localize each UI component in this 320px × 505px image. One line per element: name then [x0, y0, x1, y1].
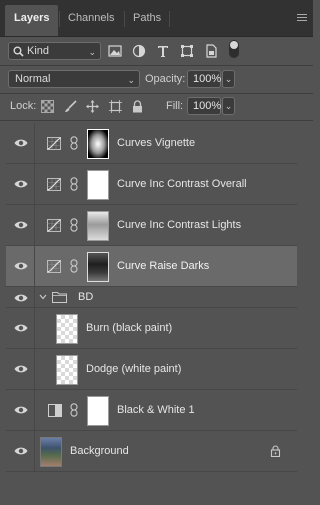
lock-label: Lock:	[10, 100, 37, 112]
panel-footer	[0, 483, 313, 505]
adjustment-filter-icon[interactable]	[132, 44, 146, 58]
lock-position-icon[interactable]	[86, 100, 99, 113]
layer-row-dodge[interactable]: Dodge (white paint)	[6, 349, 297, 390]
fill-input[interactable]: 100%	[187, 97, 221, 115]
search-icon	[13, 46, 24, 57]
pixel-filter-icon[interactable]	[108, 44, 122, 58]
layer-name[interactable]: Curve Inc Contrast Lights	[117, 219, 241, 231]
fill-slider-button[interactable]: ⌄	[222, 97, 235, 115]
visibility-column-divider	[34, 431, 35, 472]
layer-row-background[interactable]: Background	[6, 431, 297, 472]
layers-list: Curves Vignette Curve Inc Contrast Overa…	[6, 123, 297, 483]
layer-row-curve-inc-contrast-lights[interactable]: Curve Inc Contrast Lights	[6, 205, 297, 246]
mask-link-icon[interactable]	[70, 136, 78, 150]
visibility-eye-icon[interactable]	[14, 364, 28, 374]
visibility-eye-icon[interactable]	[14, 220, 28, 230]
layer-name[interactable]: Background	[70, 445, 129, 457]
layer-mask-thumbnail[interactable]	[87, 211, 109, 241]
panel-tab-bar: Layers Channels Paths	[0, 0, 313, 37]
visibility-column-divider	[34, 205, 35, 246]
panel-menu-icon[interactable]	[297, 14, 307, 22]
divider	[0, 120, 313, 121]
visibility-eye-icon[interactable]	[14, 293, 28, 303]
layer-name[interactable]: Curve Raise Darks	[117, 260, 209, 272]
chevron-down-icon: ⌄	[127, 75, 135, 85]
fill-label: Fill:	[166, 100, 184, 112]
layer-thumbnail[interactable]	[56, 355, 78, 385]
layer-mask-thumbnail[interactable]	[87, 396, 109, 426]
black-white-adjustment-icon[interactable]	[48, 404, 62, 417]
divider	[0, 65, 313, 66]
layer-name[interactable]: Curves Vignette	[117, 137, 195, 149]
layer-name[interactable]: Black & White 1	[117, 404, 195, 416]
layer-row-curve-inc-contrast-overall[interactable]: Curve Inc Contrast Overall	[6, 164, 297, 205]
tab-channels[interactable]: Channels	[59, 5, 123, 36]
folder-icon	[52, 292, 67, 303]
layer-mask-thumbnail[interactable]	[87, 129, 109, 159]
type-filter-icon[interactable]	[156, 44, 170, 58]
tab-layers[interactable]: Layers	[5, 5, 59, 36]
visibility-column-divider	[34, 246, 35, 287]
visibility-eye-icon[interactable]	[14, 261, 28, 271]
opacity-input[interactable]: 100%	[187, 70, 221, 88]
tab-separator	[169, 11, 170, 27]
layer-name[interactable]: Curve Inc Contrast Overall	[117, 178, 247, 190]
filter-kind-select[interactable]: Kind ⌄	[8, 42, 101, 60]
layer-row-curve-raise-darks[interactable]: Curve Raise Darks	[6, 246, 297, 287]
layer-name[interactable]: Dodge (white paint)	[86, 363, 181, 375]
layer-mask-thumbnail[interactable]	[87, 170, 109, 200]
layer-thumbnail[interactable]	[40, 437, 62, 467]
curves-adjustment-icon[interactable]	[47, 260, 61, 273]
lock-icon[interactable]	[270, 445, 281, 457]
visibility-column-divider	[34, 287, 35, 308]
lock-all-icon[interactable]	[131, 100, 144, 113]
curves-adjustment-icon[interactable]	[47, 137, 61, 150]
tab-paths[interactable]: Paths	[124, 5, 170, 36]
filter-kind-label: Kind	[27, 45, 50, 57]
group-name[interactable]: BD	[78, 291, 93, 303]
lock-transparency-icon[interactable]	[41, 100, 54, 113]
opacity-label: Opacity:	[145, 73, 186, 85]
mask-link-icon[interactable]	[70, 177, 78, 191]
layer-mask-thumbnail[interactable]	[87, 252, 109, 282]
visibility-column-divider	[34, 349, 35, 390]
opacity-slider-button[interactable]: ⌄	[222, 70, 235, 88]
chevron-down-icon: ⌄	[88, 47, 96, 57]
group-expand-chevron-icon[interactable]	[39, 294, 47, 300]
blend-mode-select[interactable]: Normal ⌄	[8, 70, 140, 88]
mask-link-icon[interactable]	[70, 259, 78, 273]
layers-scroll-area[interactable]	[297, 123, 313, 483]
shape-filter-icon[interactable]	[180, 44, 194, 58]
visibility-eye-icon[interactable]	[14, 405, 28, 415]
layer-thumbnail[interactable]	[56, 314, 78, 344]
visibility-eye-icon[interactable]	[14, 179, 28, 189]
lock-image-pixels-icon[interactable]	[64, 100, 77, 113]
visibility-column-divider	[34, 390, 35, 431]
visibility-eye-icon[interactable]	[14, 138, 28, 148]
mask-link-icon[interactable]	[70, 403, 78, 417]
curves-adjustment-icon[interactable]	[47, 219, 61, 232]
curves-adjustment-icon[interactable]	[47, 178, 61, 191]
visibility-column-divider	[34, 308, 35, 349]
layer-name[interactable]: Burn (black paint)	[86, 322, 172, 334]
filter-toggle[interactable]	[229, 40, 239, 58]
smart-object-filter-icon[interactable]	[204, 44, 218, 58]
visibility-eye-icon[interactable]	[14, 323, 28, 333]
layer-row-curves-vignette[interactable]: Curves Vignette	[6, 123, 297, 164]
mask-link-icon[interactable]	[70, 218, 78, 232]
lock-artboard-icon[interactable]	[109, 100, 122, 113]
visibility-column-divider	[34, 164, 35, 205]
layer-row-burn[interactable]: Burn (black paint)	[6, 308, 297, 349]
blend-mode-value: Normal	[15, 73, 51, 85]
divider	[0, 93, 313, 94]
visibility-eye-icon[interactable]	[14, 446, 28, 456]
layer-row-black-white[interactable]: Black & White 1	[6, 390, 297, 431]
visibility-column-divider	[34, 123, 35, 164]
layer-group-bd[interactable]: BD	[6, 287, 297, 308]
